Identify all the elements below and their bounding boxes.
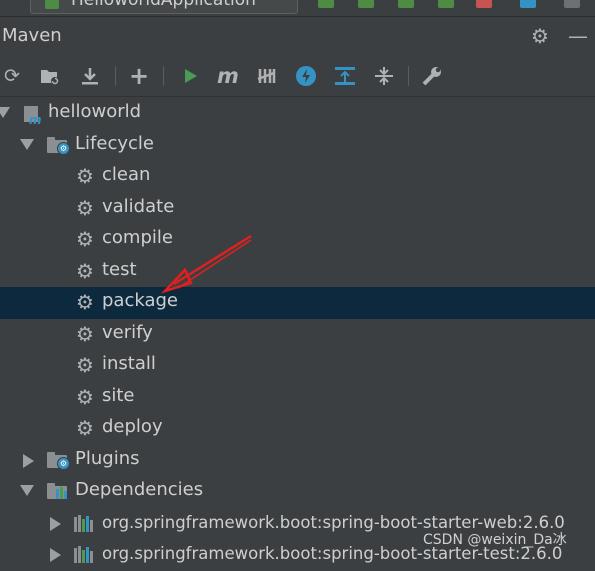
goal-label: validate — [102, 195, 175, 217]
goal-label: test — [102, 258, 137, 280]
gear-icon: ⚙ — [76, 258, 94, 283]
maven-project-icon: m — [22, 105, 42, 127]
gear-icon: ⚙ — [76, 321, 94, 346]
lifecycle-goal-verify[interactable]: ⚙ verify — [0, 319, 595, 351]
goal-label: clean — [102, 164, 151, 185]
spring-boot-icon — [45, 0, 59, 9]
run-configuration-selector[interactable]: HelloworldApplication — [30, 0, 298, 14]
panel-title: Maven — [2, 25, 62, 46]
gear-icon: ⚙ — [76, 416, 94, 440]
lifecycle-label: Lifecycle — [75, 132, 154, 154]
maven-panel-header: Maven ⚙ — — [0, 17, 595, 55]
tree-item-plugins[interactable]: ⚙ Plugins — [0, 445, 595, 477]
tree-item-helloworld[interactable]: m helloworld — [0, 98, 595, 130]
folder-icon — [47, 483, 67, 499]
expand-arrow-icon[interactable] — [20, 485, 34, 496]
goal-label: install — [102, 353, 156, 374]
play-icon[interactable] — [178, 64, 202, 88]
folder-reload-icon[interactable] — [38, 64, 62, 88]
watermark: CSDN @weixin_Da冰 — [423, 532, 567, 548]
goal-label: package — [102, 290, 178, 311]
collapse-icon[interactable] — [372, 64, 396, 88]
search-everywhere-icon[interactable] — [564, 0, 580, 8]
project-name: helloworld — [48, 101, 142, 122]
expand-arrow-icon[interactable] — [50, 548, 61, 562]
maven-project-tree: m helloworld ⚙ Lifecycle ⚙ clean ⚙ valid… — [0, 98, 595, 563]
goal-label: deploy — [102, 416, 163, 437]
run-configuration-label: HelloworldApplication — [71, 0, 256, 10]
project-structure-icon[interactable] — [520, 0, 536, 8]
minimize-icon[interactable]: — — [567, 24, 589, 48]
lifecycle-goal-compile[interactable]: ⚙ compile — [0, 224, 595, 256]
lifecycle-goal-site[interactable]: ⚙ site — [0, 382, 595, 414]
goal-label: site — [102, 384, 135, 406]
expand-arrow-icon[interactable] — [23, 453, 34, 468]
maven-toolbar: ⟳ + m — [0, 56, 595, 97]
goal-label: verify — [102, 321, 153, 343]
offline-icon[interactable] — [254, 64, 278, 88]
gear-icon: ⚙ — [76, 384, 94, 409]
tree-item-lifecycle[interactable]: ⚙ Lifecycle — [0, 130, 595, 162]
lightning-icon[interactable] — [294, 64, 318, 88]
diagram-icon[interactable] — [333, 64, 357, 88]
expand-arrow-icon[interactable] — [50, 516, 61, 531]
build-icon[interactable] — [318, 0, 334, 8]
expand-arrow-icon[interactable] — [20, 138, 34, 150]
gear-icon: ⚙ — [76, 353, 94, 377]
svg-text:m: m — [29, 113, 42, 125]
reload-icon[interactable]: ⟳ — [0, 64, 24, 88]
run-icon[interactable] — [358, 0, 374, 8]
plus-icon[interactable]: + — [127, 62, 151, 90]
expand-arrow-icon[interactable] — [0, 107, 10, 118]
library-icon — [74, 514, 94, 532]
toolbar-separator — [163, 66, 164, 86]
gear-icon: ⚙ — [76, 290, 94, 314]
folder-icon: ⚙ — [47, 136, 70, 155]
debug-icon[interactable] — [398, 0, 414, 8]
lifecycle-goal-test[interactable]: ⚙ test — [0, 256, 595, 288]
gear-icon: ⚙ — [76, 227, 94, 251]
dependencies-label: Dependencies — [75, 479, 204, 500]
wrench-icon[interactable] — [420, 64, 444, 88]
lifecycle-goal-clean[interactable]: ⚙ clean — [0, 161, 595, 193]
folder-icon: ⚙ — [47, 451, 70, 470]
stop-icon[interactable] — [476, 0, 492, 8]
m-icon[interactable]: m — [216, 64, 240, 88]
toolbar-separator — [408, 66, 409, 86]
toolbar-separator — [115, 66, 116, 86]
ide-toolbar: HelloworldApplication — [0, 0, 595, 17]
lifecycle-goal-deploy[interactable]: ⚙ deploy — [0, 413, 595, 445]
lifecycle-goal-validate[interactable]: ⚙ validate — [0, 193, 595, 225]
tree-item-dependencies[interactable]: Dependencies — [0, 476, 595, 508]
gear-icon: ⚙ — [76, 195, 94, 220]
gear-icon[interactable]: ⚙ — [529, 24, 551, 48]
gear-icon: ⚙ — [76, 164, 94, 188]
library-icon — [74, 546, 94, 563]
coverage-icon[interactable] — [438, 0, 454, 8]
plugins-label: Plugins — [75, 447, 140, 469]
lifecycle-goal-package[interactable]: ⚙ package — [0, 287, 595, 319]
download-icon[interactable] — [78, 64, 102, 88]
lifecycle-goal-install[interactable]: ⚙ install — [0, 350, 595, 382]
goal-label: compile — [102, 227, 173, 248]
